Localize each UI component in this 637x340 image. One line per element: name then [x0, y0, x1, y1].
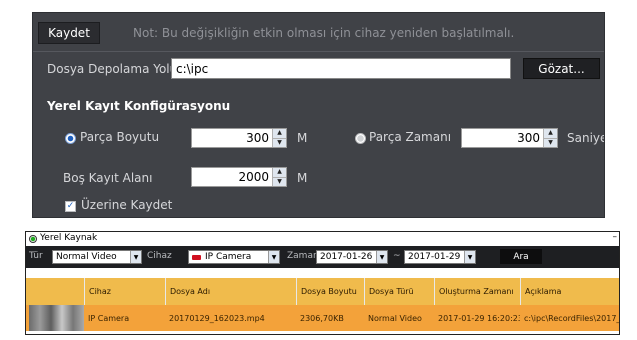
save-button[interactable]: Kaydet: [38, 22, 100, 44]
part-time-stepper[interactable]: 300 ▲ ▼: [461, 128, 558, 148]
date-separator: ~: [393, 251, 401, 261]
cell-created: 2017-01-29 16:20:23: [438, 313, 520, 323]
window-title: Yerel Kaynak: [40, 233, 98, 243]
column-header-device[interactable]: Cihaz: [84, 278, 165, 305]
cell-description: c:\ipc\RecordFiles\2017_: [524, 313, 620, 323]
filter-bar: Tür Normal Video ▼ Cihaz IP Camera ▼ Zam…: [26, 246, 619, 268]
cell-file-size: 2306,70KB: [300, 313, 344, 323]
column-header-thumbnail: [26, 278, 84, 305]
column-header-description[interactable]: Açıklama: [520, 278, 619, 305]
part-size-value: 300: [246, 131, 269, 145]
column-header-created[interactable]: Oluşturma Zamanı: [434, 278, 520, 305]
increment-icon[interactable]: ▲: [544, 129, 557, 139]
storage-path-label: Dosya Depolama Yolu: [47, 62, 178, 76]
column-header-file-size[interactable]: Dosya Boyutu: [296, 278, 364, 305]
cell-file-name: 20170129_162023.mp4: [169, 313, 265, 323]
local-record-settings-panel: Kaydet Not: Bu değişikliğin etkin olması…: [32, 12, 605, 218]
chevron-down-icon[interactable]: ▼: [130, 251, 141, 263]
cell-file-type: Normal Video: [368, 313, 422, 323]
part-size-stepper[interactable]: 300 ▲ ▼: [191, 128, 287, 148]
device-select[interactable]: IP Camera ▼: [188, 250, 280, 264]
increment-icon[interactable]: ▲: [273, 129, 286, 139]
table-header: Cihaz Dosya Adı Dosya Boyutu Dosya Türü …: [26, 278, 619, 305]
video-thumbnail: [29, 305, 84, 331]
divider: [33, 51, 604, 52]
overwrite-label: Üzerine Kaydet: [81, 198, 173, 212]
title-bar: Yerel Kaynak –: [26, 232, 619, 246]
overwrite-checkbox[interactable]: ✓: [65, 201, 76, 212]
free-space-stepper[interactable]: 2000 ▲ ▼: [191, 167, 287, 187]
free-space-value: 2000: [238, 170, 269, 184]
time-label: Zaman: [287, 251, 319, 261]
decrement-icon[interactable]: ▼: [273, 177, 286, 186]
free-space-unit: M: [297, 171, 308, 185]
decrement-icon[interactable]: ▼: [544, 138, 557, 147]
end-date: 2017-01-29: [408, 252, 461, 262]
column-header-file-name[interactable]: Dosya Adı: [165, 278, 296, 305]
app-icon: [29, 235, 37, 243]
minimize-button[interactable]: –: [613, 232, 618, 242]
chevron-down-icon[interactable]: ▼: [268, 251, 279, 263]
section-title: Yerel Kayıt Konfigürasyonu: [47, 99, 231, 113]
device-value: IP Camera: [205, 252, 252, 262]
local-source-window: Yerel Kaynak – Tür Normal Video ▼ Cihaz …: [25, 231, 620, 335]
table-row[interactable]: IP Camera 20170129_162023.mp4 2306,70KB …: [26, 305, 620, 331]
search-button[interactable]: Ara: [500, 249, 542, 264]
end-date-picker[interactable]: 2017-01-29 ▼: [404, 250, 476, 264]
part-size-unit: M: [297, 131, 308, 145]
decrement-icon[interactable]: ▼: [273, 138, 286, 147]
device-label: Cihaz: [147, 251, 172, 261]
start-date: 2017-01-26: [320, 252, 373, 262]
type-label: Tür: [29, 251, 43, 261]
type-value: Normal Video: [56, 252, 117, 262]
calendar-dropdown-icon[interactable]: ▼: [464, 251, 475, 263]
part-size-radio[interactable]: [65, 133, 76, 144]
type-select[interactable]: Normal Video ▼: [52, 250, 142, 264]
part-size-label: Parça Boyutu: [80, 130, 160, 144]
part-time-label: Parça Zamanı: [369, 130, 452, 144]
browse-button[interactable]: Gözat...: [523, 58, 600, 79]
calendar-dropdown-icon[interactable]: ▼: [376, 251, 387, 263]
storage-path-input[interactable]: [171, 58, 511, 79]
free-space-label: Boş Kayıt Alanı: [63, 171, 153, 185]
column-header-file-type[interactable]: Dosya Türü: [364, 278, 434, 305]
restart-note: Not: Bu değişikliğin etkin olması için c…: [133, 26, 515, 40]
part-time-value: 300: [517, 131, 540, 145]
start-date-picker[interactable]: 2017-01-26 ▼: [316, 250, 388, 264]
camera-icon: [192, 254, 201, 260]
part-time-unit: Saniyeler: [567, 131, 604, 145]
increment-icon[interactable]: ▲: [273, 168, 286, 178]
part-time-radio[interactable]: [355, 133, 366, 144]
cell-device: IP Camera: [88, 313, 130, 323]
